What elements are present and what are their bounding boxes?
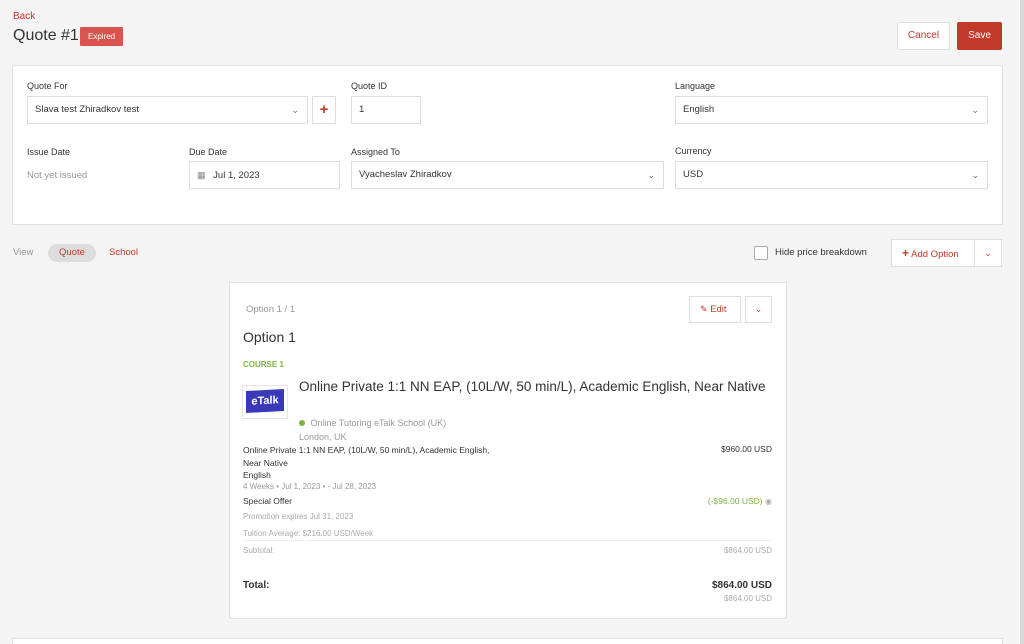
quote-id-input[interactable]: 1 bbox=[351, 96, 421, 124]
tab-quote[interactable]: Quote bbox=[48, 244, 96, 262]
promo-expiry: Promotion expires Jul 31, 2023 bbox=[243, 512, 354, 521]
eye-icon[interactable]: ◉ bbox=[765, 497, 772, 506]
plus-icon: + bbox=[902, 246, 910, 260]
special-offer-value: (-$96.00 USD) bbox=[707, 496, 763, 506]
chevron-down-icon: ⌄ bbox=[647, 170, 655, 180]
divider bbox=[243, 540, 772, 541]
quote-for-value: Slava test Zhiradkov test bbox=[35, 104, 140, 115]
school-name: Online Tutoring eTalk School (UK) bbox=[310, 418, 447, 428]
special-offer-label: Special Offer bbox=[243, 496, 292, 506]
tuition-average: Tuition Average: $216.00 USD/Week bbox=[243, 529, 374, 538]
currency-select[interactable]: USD ⌄ bbox=[675, 161, 988, 189]
special-offer-value-row: (-$96.00 USD) ◉ bbox=[660, 496, 772, 506]
next-panel bbox=[12, 638, 1003, 644]
course-tag: COURSE 1 bbox=[243, 360, 284, 369]
save-button[interactable]: Save bbox=[957, 22, 1002, 50]
line-item-meta: 4 Weeks • Jul 1, 2023 • - Jul 28, 2023 bbox=[243, 482, 377, 491]
issue-date-value: Not yet issued bbox=[27, 170, 88, 181]
option-menu-dropdown[interactable]: ⌄ bbox=[745, 296, 772, 323]
etalk-logo-text: eTalk bbox=[246, 389, 284, 413]
option-title: Option 1 bbox=[243, 329, 296, 345]
status-dot-icon bbox=[299, 420, 305, 426]
assigned-to-value: Vyacheslav Zhiradkov bbox=[359, 169, 452, 180]
status-badge: Expired bbox=[80, 27, 124, 46]
hide-price-label: Hide price breakdown bbox=[775, 247, 867, 258]
add-option-button[interactable]: + Add Option bbox=[891, 239, 975, 267]
due-date-value: Jul 1, 2023 bbox=[213, 170, 260, 181]
add-option-dropdown[interactable]: ⌄ bbox=[974, 239, 1002, 267]
course-name: Online Private 1:1 NN EAP, (10L/W, 50 mi… bbox=[299, 379, 766, 394]
scrollbar[interactable] bbox=[1020, 0, 1024, 644]
add-option-label: Add Option bbox=[911, 249, 959, 260]
quote-for-select[interactable]: Slava test Zhiradkov test ⌄ bbox=[27, 96, 308, 124]
assigned-to-label: Assigned To bbox=[351, 147, 400, 157]
cancel-button[interactable]: Cancel bbox=[897, 22, 950, 50]
total-secondary-value: $864.00 USD bbox=[723, 594, 772, 603]
due-date-label: Due Date bbox=[189, 147, 228, 157]
pencil-icon: ✎ bbox=[700, 304, 708, 314]
edit-option-button[interactable]: ✎ Edit bbox=[689, 296, 741, 323]
school-logo: eTalk bbox=[242, 385, 288, 419]
currency-value: USD bbox=[683, 169, 704, 180]
option-counter: Option 1 / 1 bbox=[246, 304, 296, 315]
subtotal-value: $864.00 USD bbox=[723, 546, 772, 555]
total-label: Total: bbox=[243, 580, 270, 591]
quote-details-panel bbox=[12, 65, 1003, 225]
quote-id-label: Quote ID bbox=[351, 81, 388, 91]
language-label: Language bbox=[675, 81, 716, 91]
view-label: View bbox=[13, 247, 34, 258]
total-value: $864.00 USD bbox=[711, 580, 772, 591]
line-item-name-line: Near Native bbox=[243, 457, 288, 468]
plus-icon: + bbox=[319, 101, 329, 118]
back-link[interactable]: Back bbox=[13, 11, 35, 22]
hide-price-checkbox[interactable] bbox=[754, 246, 768, 260]
tab-school[interactable]: School bbox=[109, 247, 138, 258]
issue-date-label: Issue Date bbox=[27, 147, 71, 157]
school-location: London, UK bbox=[299, 432, 347, 442]
line-item-price: $960.00 USD bbox=[720, 444, 772, 454]
calendar-icon: ▦ bbox=[197, 170, 206, 180]
language-select[interactable]: English ⌄ bbox=[675, 96, 988, 124]
chevron-down-icon: ⌄ bbox=[984, 248, 992, 258]
subtotal-label: Subtotal: bbox=[243, 546, 275, 555]
chevron-down-icon: ⌄ bbox=[971, 105, 979, 115]
currency-label: Currency bbox=[675, 146, 712, 156]
page-title: Quote #1 bbox=[13, 27, 79, 44]
chevron-down-icon: ⌄ bbox=[754, 304, 763, 314]
quote-for-label: Quote For bbox=[27, 81, 68, 91]
assigned-to-select[interactable]: Vyacheslav Zhiradkov ⌄ bbox=[351, 161, 664, 189]
line-item-name: Online Private 1:1 NN EAP, (10L/W, 50 mi… bbox=[243, 444, 489, 482]
add-customer-button[interactable]: + bbox=[312, 96, 336, 124]
chevron-down-icon: ⌄ bbox=[971, 170, 979, 180]
line-item-name-line: Online Private 1:1 NN EAP, (10L/W, 50 mi… bbox=[243, 445, 490, 455]
edit-label: Edit bbox=[710, 304, 727, 315]
chevron-down-icon: ⌄ bbox=[291, 105, 299, 115]
line-item-name-line: English bbox=[243, 470, 271, 480]
language-value: English bbox=[683, 104, 715, 115]
due-date-input[interactable]: ▦ Jul 1, 2023 bbox=[189, 161, 340, 189]
school-name-row: Online Tutoring eTalk School (UK) bbox=[299, 418, 446, 428]
